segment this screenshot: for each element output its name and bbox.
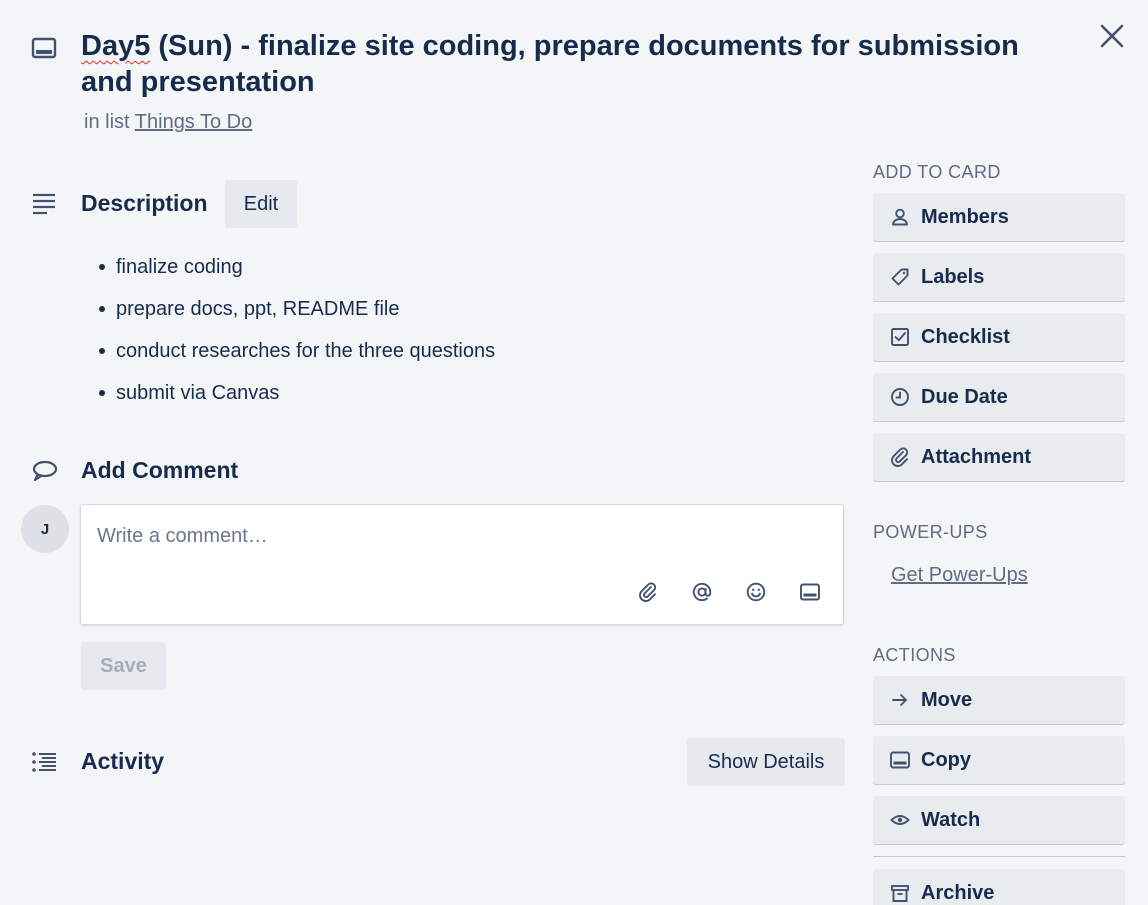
- in-list-breadcrumb: in list Things To Do: [84, 111, 252, 134]
- show-details-button[interactable]: Show Details: [687, 738, 845, 786]
- archive-label: Archive: [921, 881, 995, 904]
- description-heading: Description: [81, 190, 208, 216]
- card-icon: [889, 749, 911, 771]
- activity-heading: Activity: [81, 748, 165, 774]
- power-ups-heading: POWER-UPS: [873, 522, 988, 542]
- list-item: conduct researches for the three questio…: [98, 338, 495, 380]
- paperclip-icon[interactable]: [637, 581, 659, 603]
- copy-label: Copy: [921, 748, 971, 771]
- move-button[interactable]: Move: [873, 676, 1125, 724]
- in-list-prefix: in list: [84, 111, 130, 133]
- tag-icon: [889, 266, 911, 288]
- edit-description-button[interactable]: Edit: [225, 180, 297, 228]
- attachment-label: Attachment: [921, 445, 1032, 468]
- watch-label: Watch: [921, 808, 981, 831]
- members-label: Members: [921, 205, 1009, 228]
- save-button[interactable]: Save: [81, 642, 166, 690]
- card-title-first-word: Day5: [81, 30, 151, 62]
- due-date-label: Due Date: [921, 385, 1008, 408]
- list-name-link[interactable]: Things To Do: [135, 111, 252, 133]
- add-to-card-heading: ADD TO CARD: [873, 162, 1001, 182]
- comment-input[interactable]: [97, 521, 817, 551]
- move-label: Move: [921, 688, 973, 711]
- due-date-button[interactable]: Due Date: [873, 373, 1125, 421]
- close-icon: [1099, 23, 1125, 49]
- sidebar-divider: [873, 856, 1125, 857]
- attachment-button[interactable]: Attachment: [873, 433, 1125, 481]
- list-item: submit via Canvas: [98, 380, 495, 422]
- emoji-icon[interactable]: [745, 581, 767, 603]
- comment-icon: [31, 459, 59, 483]
- actions-heading: ACTIONS: [873, 645, 956, 665]
- description-icon: [31, 192, 57, 216]
- card-icon: [31, 36, 57, 60]
- person-icon: [889, 206, 911, 228]
- watch-button[interactable]: Watch: [873, 796, 1125, 844]
- copy-button[interactable]: Copy: [873, 736, 1125, 784]
- checkbox-icon: [889, 326, 911, 348]
- paperclip-icon: [889, 446, 911, 468]
- mention-icon[interactable]: [691, 581, 713, 603]
- clock-icon: [889, 386, 911, 408]
- activity-icon: [31, 750, 59, 774]
- archive-button[interactable]: Archive: [873, 869, 1125, 905]
- description-list: finalize coding prepare docs, ppt, READM…: [98, 254, 495, 422]
- card-title[interactable]: Day5 (Sun) - finalize site coding, prepa…: [81, 28, 1071, 100]
- card-title-rest: (Sun) - finalize site coding, prepare do…: [81, 30, 1019, 98]
- list-item: prepare docs, ppt, README file: [98, 296, 495, 338]
- labels-label: Labels: [921, 265, 985, 288]
- comment-box[interactable]: [80, 504, 844, 625]
- card-icon[interactable]: [799, 581, 821, 603]
- arrow-right-icon: [889, 689, 911, 711]
- checklist-label: Checklist: [921, 325, 1010, 348]
- close-button[interactable]: [1096, 20, 1128, 52]
- members-button[interactable]: Members: [873, 193, 1125, 241]
- eye-icon: [889, 809, 911, 831]
- add-comment-heading: Add Comment: [81, 457, 239, 483]
- checklist-button[interactable]: Checklist: [873, 313, 1125, 361]
- archive-icon: [889, 882, 911, 904]
- list-item: finalize coding: [98, 254, 495, 296]
- get-power-ups-link[interactable]: Get Power-Ups: [891, 564, 1028, 587]
- labels-button[interactable]: Labels: [873, 253, 1125, 301]
- avatar[interactable]: J: [21, 505, 69, 553]
